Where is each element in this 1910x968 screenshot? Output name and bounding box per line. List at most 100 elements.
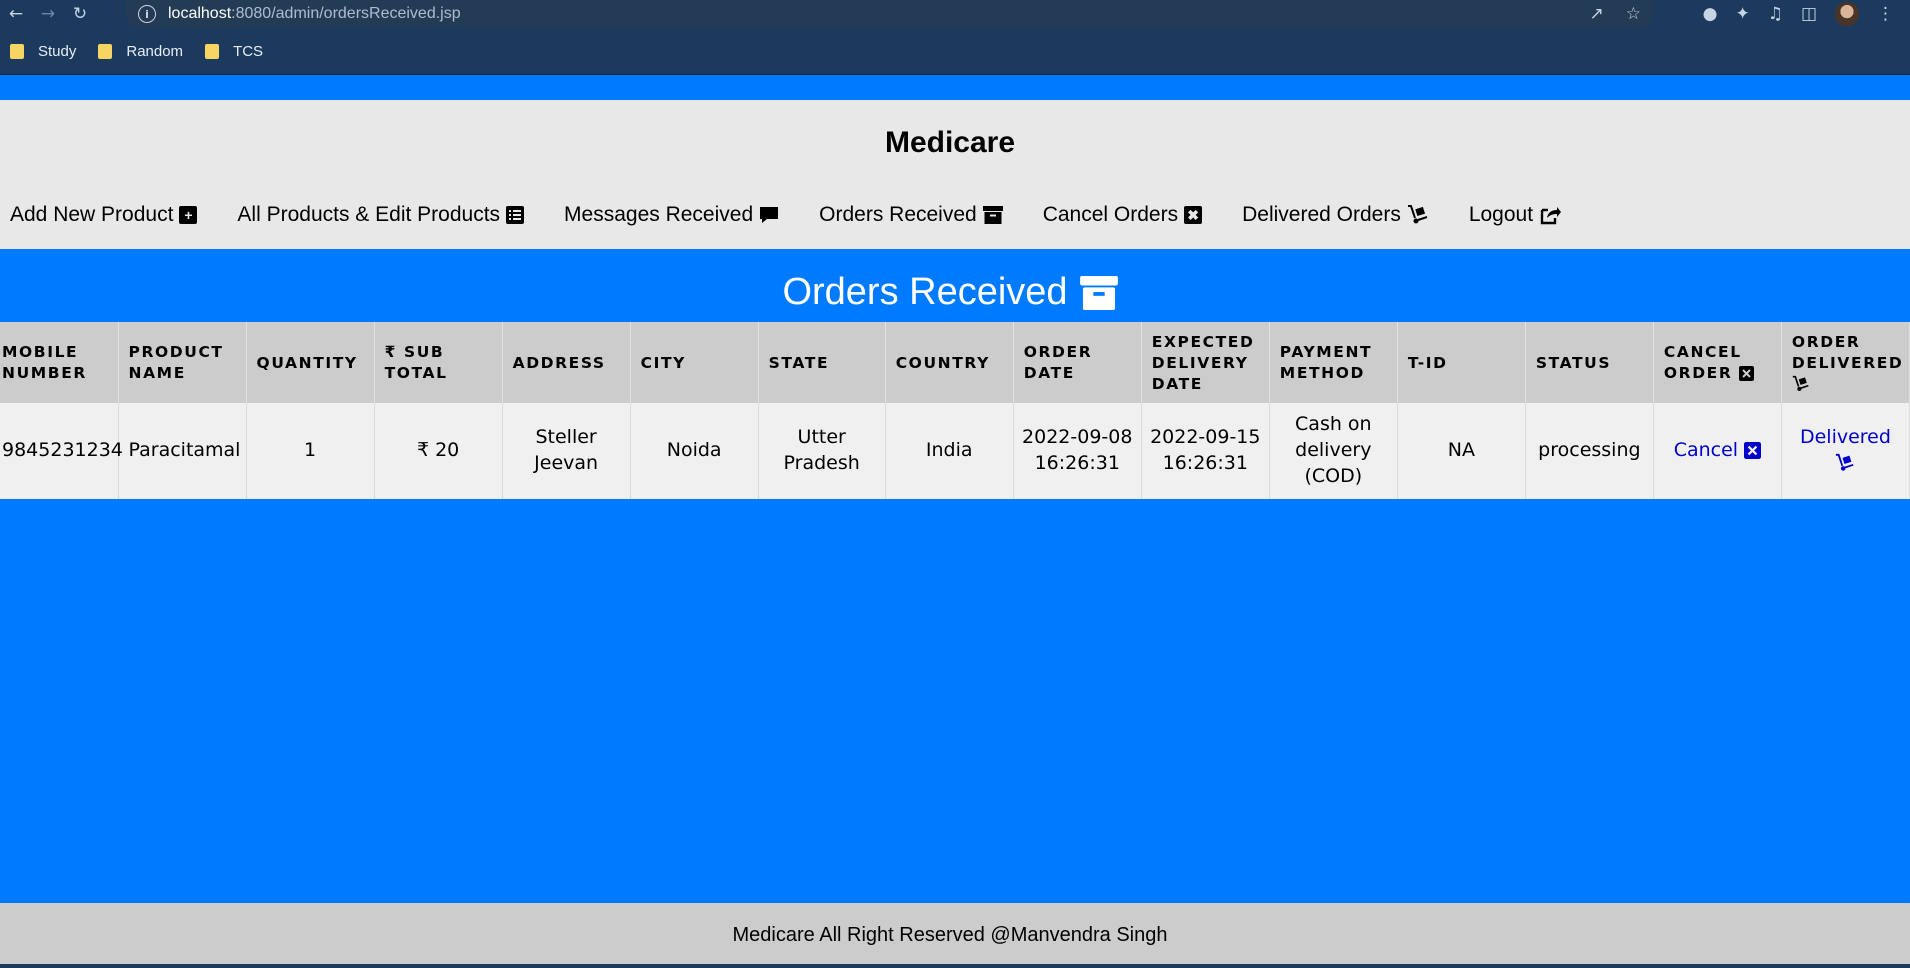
nav-label: All Products & Edit Products — [237, 203, 501, 226]
list-icon — [506, 206, 525, 224]
cell-tid: NA — [1397, 402, 1526, 499]
x-square-icon — [1744, 441, 1762, 459]
bookmark-random[interactable]: Random — [98, 43, 183, 60]
section-heading: Orders Received — [0, 271, 1900, 314]
url-host: localhost — [168, 5, 232, 22]
table-header-row: MOBILE NUMBER PRODUCT NAME QUANTITY ₹ SU… — [0, 322, 1910, 403]
nav-label: Orders Received — [819, 203, 977, 226]
nav-logout[interactable]: Logout — [1468, 203, 1562, 227]
cell-country: India — [885, 402, 1014, 499]
nav-label: Add New Product — [10, 203, 174, 226]
col-header: ₹ SUB TOTAL — [374, 322, 503, 403]
bookmarks-bar: Study Random TCS — [0, 28, 1910, 74]
delivered-label: Delivered — [1799, 426, 1891, 449]
bookmark-label: Study — [38, 42, 77, 60]
col-header: PRODUCT NAME — [118, 322, 247, 403]
cancel-order-link[interactable]: Cancel — [1673, 438, 1762, 461]
share-out-icon — [1539, 205, 1562, 225]
browser-toolbar: ← → ↻ i localhost:8080/admin/ordersRecei… — [0, 0, 1910, 28]
cell-payment: Cash on delivery (COD) — [1269, 402, 1398, 499]
url-path: :8080/admin/ordersReceived.jsp — [231, 5, 461, 22]
nav-delivered-orders[interactable]: Delivered Orders — [1242, 203, 1429, 227]
dolly-icon — [1407, 204, 1429, 226]
cell-address: Steller Jeevan — [502, 402, 631, 499]
table-row: 9845231234 Paracitamal 1 ₹ 20 Steller Je… — [0, 402, 1910, 499]
cell-city: Noida — [630, 402, 759, 499]
col-header: STATUS — [1525, 322, 1654, 403]
cell-product: Paracitamal — [118, 402, 247, 499]
url-text[interactable]: localhost:8080/admin/ordersReceived.jsp — [168, 5, 461, 23]
site-info-icon[interactable]: i — [138, 5, 156, 23]
cell-quantity: 1 — [246, 402, 375, 499]
cell-status: processing — [1525, 402, 1654, 499]
site-header: Medicare Add New Product + All Products … — [0, 100, 1910, 249]
folder-icon — [205, 43, 220, 59]
profile-avatar[interactable] — [1835, 2, 1859, 26]
col-header: QUANTITY — [246, 322, 375, 403]
col-header: PAYMENT METHOD — [1269, 322, 1398, 403]
mark-delivered-link[interactable]: Delivered — [1800, 426, 1891, 474]
nav-add-new-product[interactable]: Add New Product + — [10, 203, 198, 227]
col-header-delivered: ORDER DELIVERED — [1781, 322, 1910, 403]
nav-messages-received[interactable]: Messages Received — [564, 203, 779, 227]
cell-order-date: 2022-09-08 16:26:31 — [1013, 402, 1142, 499]
bookmark-study[interactable]: Study — [10, 43, 76, 60]
nav-label: Messages Received — [564, 203, 754, 226]
nav-all-products[interactable]: All Products & Edit Products — [237, 203, 525, 227]
media-icon[interactable]: ♫ — [1768, 4, 1783, 24]
orders-table: MOBILE NUMBER PRODUCT NAME QUANTITY ₹ SU… — [0, 322, 1910, 499]
site-footer: Medicare All Right Reserved @Manvendra S… — [0, 903, 1910, 968]
address-bar[interactable]: i localhost:8080/admin/ordersReceived.js… — [126, 0, 1653, 28]
bookmark-label: Random — [126, 42, 184, 60]
back-icon[interactable]: ← — [0, 0, 32, 28]
col-header: ORDER DATE — [1013, 322, 1142, 403]
nav-cancel-orders[interactable]: Cancel Orders ✖ — [1042, 203, 1203, 227]
bookmark-star-icon[interactable]: ☆ — [1626, 4, 1641, 24]
window-bottom-edge — [0, 964, 1910, 968]
col-header: COUNTRY — [885, 322, 1014, 403]
col-header-label: ORDER DELIVERED — [1791, 333, 1904, 372]
x-square-icon: ✖ — [1184, 206, 1203, 224]
col-header: MOBILE NUMBER — [0, 322, 119, 403]
col-header: CITY — [630, 322, 759, 403]
col-header-cancel: CANCEL ORDER — [1653, 322, 1782, 403]
extension-icon[interactable]: ● — [1703, 4, 1718, 24]
col-header: EXPECTED DELIVERY DATE — [1141, 322, 1270, 403]
archive-icon — [1079, 275, 1118, 310]
cell-state: Utter Pradesh — [758, 402, 886, 499]
nav-label: Delivered Orders — [1242, 203, 1401, 226]
bookmark-label: TCS — [233, 42, 264, 60]
side-panel-icon[interactable]: ◫ — [1801, 4, 1817, 24]
puzzle-icon[interactable]: ✦ — [1735, 4, 1749, 24]
forward-icon[interactable]: → — [32, 0, 64, 28]
archive-icon — [982, 206, 1003, 224]
cell-cancel: Cancel — [1653, 402, 1782, 499]
section-title: Orders Received — [782, 271, 1068, 313]
reload-icon[interactable]: ↻ — [64, 0, 96, 28]
cell-delivered: Delivered — [1781, 402, 1910, 499]
bookmark-tcs[interactable]: TCS — [205, 43, 263, 60]
col-header-label: CANCEL ORDER — [1663, 343, 1742, 383]
cell-subtotal: ₹ 20 — [374, 402, 503, 499]
col-header: STATE — [758, 322, 886, 403]
folder-icon — [10, 43, 24, 59]
plus-square-icon: + — [179, 206, 198, 224]
admin-nav: Add New Product + All Products & Edit Pr… — [10, 203, 1601, 227]
nav-label: Logout — [1468, 203, 1534, 226]
cancel-label: Cancel — [1673, 438, 1739, 461]
nav-label: Cancel Orders — [1042, 203, 1179, 226]
cell-expected-date: 2022-09-15 16:26:31 — [1141, 402, 1270, 499]
comment-icon — [759, 205, 779, 225]
top-stripe — [0, 75, 1910, 100]
menu-icon[interactable]: ⋮ — [1877, 4, 1894, 24]
footer-text: Medicare All Right Reserved @Manvendra S… — [732, 924, 1168, 946]
folder-icon — [98, 43, 113, 59]
col-header: ADDRESS — [502, 322, 631, 403]
x-square-icon — [1739, 366, 1755, 382]
cell-mobile: 9845231234 — [0, 402, 123, 499]
share-icon[interactable]: ↗ — [1590, 4, 1604, 24]
nav-orders-received[interactable]: Orders Received — [819, 203, 1003, 227]
page-body: Medicare Add New Product + All Products … — [0, 75, 1910, 968]
dolly-icon — [1835, 453, 1855, 473]
site-title: Medicare — [884, 126, 1016, 159]
